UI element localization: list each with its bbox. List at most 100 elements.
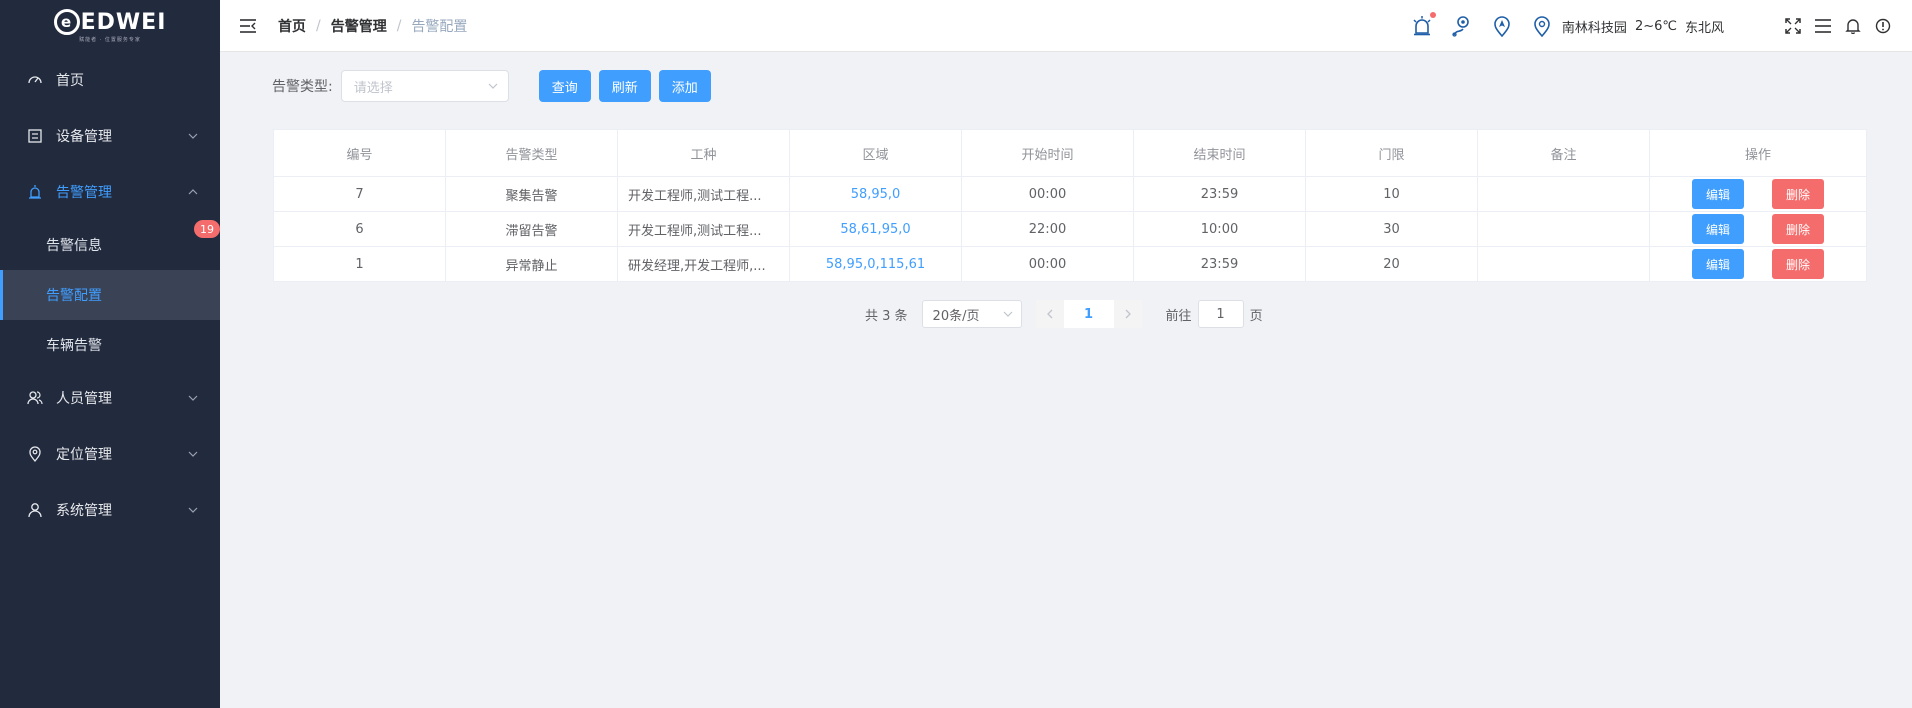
sidebar-item-positioning[interactable]: 定位管理 xyxy=(0,426,220,482)
cell-type: 异常静止 xyxy=(445,246,618,282)
sidebar-subitem-label: 告警信息 xyxy=(46,238,102,254)
sidebar-subitem-label: 车辆告警 xyxy=(46,338,102,354)
collapse-menu-icon[interactable] xyxy=(238,16,258,36)
chevron-down-icon xyxy=(1003,311,1012,317)
chevron-down-icon xyxy=(188,395,198,401)
column-header: 区域 xyxy=(789,129,962,177)
pagination: 共 3 条 20条/页 1 前往 页 xyxy=(865,300,1263,328)
next-page-button[interactable] xyxy=(1114,300,1142,328)
edit-button[interactable]: 编辑 xyxy=(1691,214,1744,244)
weather-wind: 东北风 xyxy=(1684,20,1724,36)
dashboard-icon xyxy=(26,71,44,89)
breadcrumb-home[interactable]: 首页 xyxy=(278,16,306,36)
user-icon xyxy=(26,501,44,519)
sidebar-item-label: 首页 xyxy=(56,73,84,89)
alarm-type-label: 告警类型: xyxy=(272,79,333,95)
logo[interactable]: e EDWEI 赋能者 · 位置服务专家 xyxy=(0,0,220,52)
logo-subtitle: 赋能者 · 位置服务专家 xyxy=(79,37,141,43)
goto-prefix: 前往 xyxy=(1165,308,1192,324)
chevron-left-icon xyxy=(1046,309,1053,319)
header-right: 南林科技园 2~6℃ 东北风 xyxy=(1394,0,1912,52)
goto-suffix: 页 xyxy=(1249,308,1263,324)
cell-area-link[interactable]: 58,95,0 xyxy=(789,176,962,212)
cell-job: 研发经理,开发工程师,... xyxy=(617,246,790,282)
sidebar-item-label: 设备管理 xyxy=(56,129,112,145)
alarm-type-placeholder: 请选择 xyxy=(353,80,393,96)
cell-remark xyxy=(1477,176,1650,212)
alarm-type-select[interactable]: 请选择 xyxy=(340,70,509,102)
cell-remark xyxy=(1477,211,1650,247)
top-header: 首页 / 告警管理 / 告警配置 南林科技园 2~6℃ 东北风 xyxy=(220,0,1912,52)
page-size-select[interactable]: 20条/页 xyxy=(921,300,1022,328)
breadcrumb-alarm-management[interactable]: 告警管理 xyxy=(331,16,387,36)
cell-end: 10:00 xyxy=(1133,211,1306,247)
route-track-icon[interactable] xyxy=(1450,14,1474,38)
header-tools xyxy=(1774,15,1894,37)
bell-icon[interactable] xyxy=(1842,15,1864,37)
refresh-button[interactable]: 刷新 xyxy=(598,70,651,102)
sidebar-subitem-vehicle-alarm[interactable]: 车辆告警 xyxy=(0,320,220,370)
breadcrumb-current: 告警配置 xyxy=(411,18,468,35)
column-header: 编号 xyxy=(273,129,446,177)
sidebar-item-personnel[interactable]: 人员管理 xyxy=(0,370,220,426)
delete-button[interactable]: 删除 xyxy=(1772,249,1825,279)
chevron-down-icon xyxy=(188,507,198,513)
cell-remark xyxy=(1477,246,1650,282)
sidebar-subitem-alarm-info[interactable]: 告警信息 19 xyxy=(0,220,220,270)
cell-id: 7 xyxy=(273,176,446,212)
add-button[interactable]: 添加 xyxy=(658,70,711,102)
location-pin-icon[interactable] xyxy=(1530,14,1554,38)
siren-alarm-icon[interactable] xyxy=(1410,12,1436,38)
cell-actions: 编辑 删除 xyxy=(1649,246,1867,282)
breadcrumb-separator: / xyxy=(396,17,402,34)
cell-start: 22:00 xyxy=(961,211,1134,247)
weather-temperature: 2~6℃ xyxy=(1634,18,1677,34)
column-header: 备注 xyxy=(1477,129,1650,177)
sidebar-item-label: 人员管理 xyxy=(56,391,112,407)
chevron-down-icon xyxy=(488,83,498,89)
prev-page-button[interactable] xyxy=(1036,300,1064,328)
cell-threshold: 30 xyxy=(1305,211,1478,247)
cell-type: 聚集告警 xyxy=(445,176,618,212)
weather-info: 南林科技园 2~6℃ 东北风 xyxy=(1562,17,1724,36)
chevron-up-icon xyxy=(188,189,198,195)
sidebar-item-system[interactable]: 系统管理 xyxy=(0,482,220,538)
notification-dot xyxy=(1429,12,1436,18)
main-content: 告警类型: 请选择 查询 刷新 添加 编号 告警类型 工种 区域 开始时间 结束… xyxy=(220,52,1912,708)
goto-page: 前往 页 xyxy=(1166,300,1263,328)
column-header: 告警类型 xyxy=(445,129,618,177)
page-size-value: 20条/页 xyxy=(932,308,980,324)
breadcrumb: 首页 / 告警管理 / 告警配置 xyxy=(278,16,467,36)
query-button[interactable]: 查询 xyxy=(538,70,591,102)
menu-list-icon[interactable] xyxy=(1812,15,1834,37)
sidebar-item-label: 告警管理 xyxy=(56,185,112,201)
chevron-down-icon xyxy=(188,133,198,139)
cell-end: 23:59 xyxy=(1133,246,1306,282)
navigation-pin-icon[interactable] xyxy=(1490,14,1514,38)
edit-button[interactable]: 编辑 xyxy=(1691,179,1744,209)
cell-actions: 编辑 删除 xyxy=(1649,211,1867,247)
cell-area-link[interactable]: 58,61,95,0 xyxy=(789,211,962,247)
sidebar-item-home[interactable]: 首页 xyxy=(0,52,220,108)
sidebar-item-devices[interactable]: 设备管理 xyxy=(0,108,220,164)
alarm-icon xyxy=(26,183,44,201)
sidebar-menu: 首页 设备管理 告警管理 告警信息 19 告警配置 车辆告警 人员管理 定位管理… xyxy=(0,52,220,538)
sidebar-subitem-label: 告警配置 xyxy=(46,288,102,304)
table-header-row: 编号 告警类型 工种 区域 开始时间 结束时间 门限 备注 操作 xyxy=(273,129,1867,177)
breadcrumb-separator: / xyxy=(316,17,321,34)
fullscreen-icon[interactable] xyxy=(1782,15,1804,37)
cell-job: 开发工程师,测试工程... xyxy=(617,211,790,247)
table-row: 6 滞留告警 开发工程师,测试工程... 58,61,95,0 22:00 10… xyxy=(273,211,1867,247)
info-icon[interactable] xyxy=(1872,15,1894,37)
sidebar-subitem-alarm-config[interactable]: 告警配置 xyxy=(0,270,220,320)
cell-area-link[interactable]: 58,95,0,115,61 xyxy=(789,246,962,282)
goto-page-input[interactable] xyxy=(1197,300,1244,328)
delete-button[interactable]: 删除 xyxy=(1772,214,1825,244)
edit-button[interactable]: 编辑 xyxy=(1691,249,1744,279)
sidebar-item-alarms[interactable]: 告警管理 xyxy=(0,164,220,220)
page-number-current[interactable]: 1 xyxy=(1063,300,1114,328)
cell-start: 00:00 xyxy=(961,246,1134,282)
delete-button[interactable]: 删除 xyxy=(1772,179,1825,209)
column-header: 开始时间 xyxy=(961,129,1134,177)
column-header: 结束时间 xyxy=(1133,129,1306,177)
